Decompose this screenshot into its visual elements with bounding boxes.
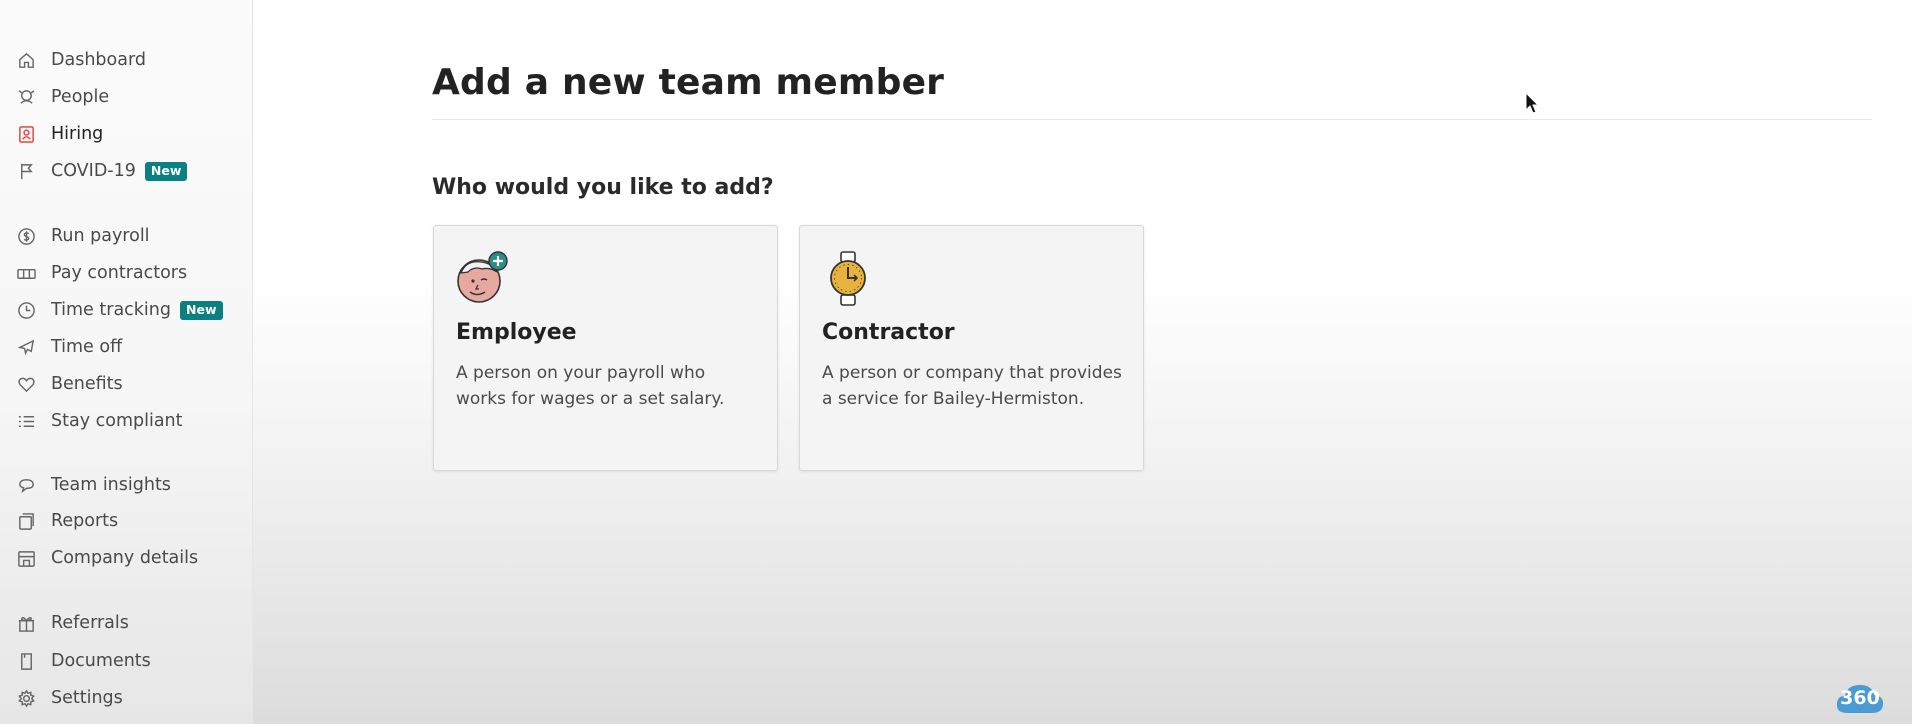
sidebar-item-reports[interactable]: Reports: [15, 506, 118, 536]
checklist-icon: [15, 410, 37, 432]
sidebar-item-label: Settings: [51, 688, 123, 708]
hiring-icon: [15, 123, 37, 145]
sidebar-item-label: People: [51, 87, 110, 107]
home-icon: [15, 49, 37, 71]
divider: [432, 119, 1872, 120]
sidebar: Dashboard People Hiring COVID-19 New Run…: [0, 0, 253, 724]
sidebar-item-label: Run payroll: [51, 226, 150, 246]
card-title: Employee: [456, 320, 577, 345]
sidebar-item-stay-compliant[interactable]: Stay compliant: [15, 406, 183, 436]
sidebar-item-label: Documents: [51, 651, 151, 671]
document-icon: [15, 650, 37, 672]
sidebar-item-referrals[interactable]: Referrals: [15, 608, 129, 638]
sidebar-item-documents[interactable]: Documents: [15, 646, 151, 676]
card-description: A person or company that provides a serv…: [822, 363, 1122, 409]
sidebar-item-people[interactable]: People: [15, 82, 109, 112]
mouse-cursor-icon: [1525, 92, 1540, 114]
card-description: A person on your payroll who works for w…: [456, 363, 725, 409]
flag-icon: [15, 160, 37, 182]
sidebar-item-run-payroll[interactable]: Run payroll: [15, 221, 150, 251]
sidebar-item-pay-contractors[interactable]: Pay contractors: [15, 258, 187, 288]
sidebar-item-label: Dashboard: [51, 50, 146, 70]
sidebar-item-benefits[interactable]: Benefits: [15, 369, 123, 399]
card-title: Contractor: [822, 320, 955, 345]
people-icon: [15, 86, 37, 108]
new-badge: New: [180, 300, 223, 320]
sidebar-item-settings[interactable]: Settings: [15, 683, 123, 713]
sidebar-item-time-off[interactable]: Time off: [15, 332, 122, 362]
new-badge: New: [144, 161, 188, 181]
sidebar-item-label: Team insights: [51, 475, 171, 495]
employee-face-plus-icon: [454, 250, 510, 306]
sidebar-item-label: Hiring: [51, 124, 104, 144]
clock-icon: [15, 299, 37, 321]
heart-icon: [15, 373, 37, 395]
sidebar-item-label: Benefits: [51, 374, 123, 394]
chat-bubble-icon: [15, 474, 37, 496]
employee-card[interactable]: Employee A person on your payroll who wo…: [433, 225, 778, 471]
pay-contractors-icon: [15, 262, 37, 284]
watermark-text: 360: [1840, 687, 1880, 709]
page-title: Add a new team member: [432, 62, 945, 103]
sidebar-item-label: Pay contractors: [51, 263, 188, 283]
reports-icon: [15, 510, 37, 532]
sidebar-item-label: Reports: [51, 511, 119, 531]
sidebar-item-label: Time tracking: [51, 300, 171, 320]
sidebar-item-label: Company details: [51, 548, 199, 568]
sidebar-item-company-details[interactable]: Company details: [15, 543, 198, 573]
plane-icon: [15, 336, 37, 358]
sidebar-item-label: Stay compliant: [51, 411, 183, 431]
gift-icon: [15, 612, 37, 634]
sidebar-item-label: COVID-19: [51, 161, 136, 181]
sidebar-item-team-insights[interactable]: Team insights: [15, 470, 171, 500]
section-question: Who would you like to add?: [432, 175, 774, 200]
sidebar-item-label: Referrals: [51, 613, 129, 633]
sidebar-item-dashboard[interactable]: Dashboard: [15, 45, 146, 75]
building-icon: [15, 547, 37, 569]
sidebar-item-time-tracking[interactable]: Time tracking New: [15, 295, 223, 325]
contractor-card[interactable]: Contractor A person or company that prov…: [799, 225, 1144, 471]
gear-icon: [15, 687, 37, 709]
watermark-360-logo: 360: [1834, 679, 1886, 717]
sidebar-item-label: Time off: [51, 337, 123, 357]
sidebar-item-covid-19[interactable]: COVID-19 New: [15, 156, 188, 186]
dollar-icon: [15, 225, 37, 247]
stopwatch-icon: [820, 250, 876, 306]
sidebar-item-hiring[interactable]: Hiring: [15, 119, 103, 149]
